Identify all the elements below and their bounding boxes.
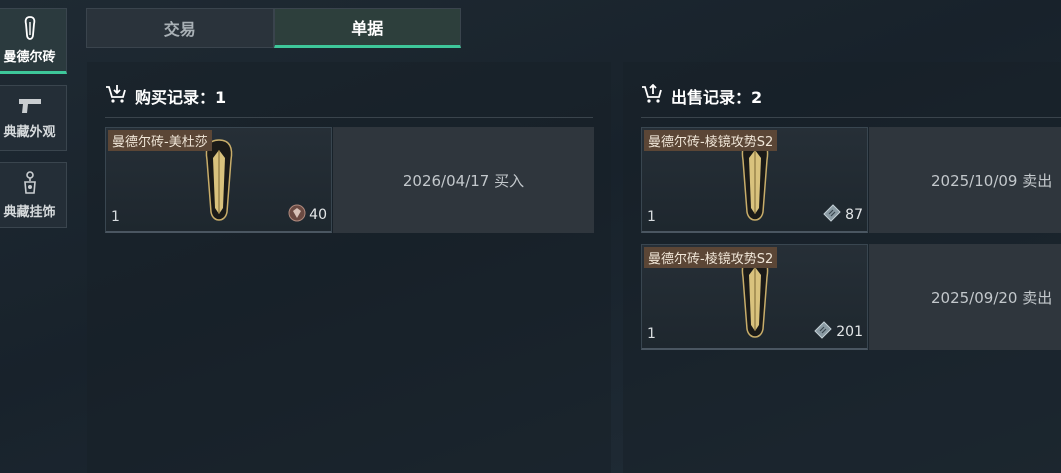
charm-icon: [22, 170, 38, 195]
ticket-icon: [813, 321, 836, 343]
item-quantity: 1: [111, 209, 120, 225]
item-card: 曼德尔砖-美杜莎 1 40: [105, 127, 332, 233]
category-collection-charm[interactable]: 典藏挂饰: [0, 162, 67, 228]
transaction-info: 2025/09/20 卖出: [869, 244, 1061, 350]
category-label: 曼德尔砖: [3, 49, 56, 65]
mandel-brick-icon: [23, 15, 37, 40]
transaction-info: 2025/10/09 卖出: [869, 127, 1061, 233]
buy-records-title: 购买记录：1: [135, 88, 227, 107]
price-value: 201: [836, 324, 863, 340]
coin-icon: [288, 204, 309, 226]
category-label: 典藏外观: [3, 124, 56, 140]
price-value: 40: [309, 207, 327, 223]
item-name: 曼德尔砖-棱镜攻势S2: [644, 130, 778, 151]
sell-records-header: 出售记录：2: [641, 83, 763, 108]
tab-orders[interactable]: 单据: [273, 8, 461, 48]
price-value: 87: [845, 207, 863, 223]
cart-in-icon: [105, 84, 135, 108]
buy-records-header: 购买记录：1: [105, 84, 226, 108]
item-price: 87: [822, 204, 863, 226]
category-mandel-brick[interactable]: 曼德尔砖: [0, 8, 67, 74]
buy-record-row[interactable]: 曼德尔砖-美杜莎 1 40 2026/04/17 买入: [105, 127, 594, 233]
item-card: 曼德尔砖-棱镜攻势S2 1 201: [641, 244, 868, 350]
sell-record-row[interactable]: 曼德尔砖-棱镜攻势S2 1 201 2025/09/20 卖出: [641, 244, 1061, 350]
divider: [105, 117, 593, 118]
cart-out-icon: [641, 83, 671, 108]
mandel-brick-item-image: [738, 138, 772, 226]
ticket-icon: [822, 204, 845, 226]
item-price: 40: [288, 204, 327, 226]
divider: [641, 117, 1061, 118]
item-price: 201: [813, 321, 863, 343]
tab-bar: 交易 单据: [86, 8, 461, 48]
pistol-icon: [17, 97, 43, 115]
sell-records-panel: 出售记录：2 曼德尔砖-棱镜攻势S2 1 87 2025/10/09 卖出 曼德…: [623, 62, 1061, 473]
item-card: 曼德尔砖-棱镜攻势S2 1 87: [641, 127, 868, 233]
mandel-brick-item-image: [202, 138, 236, 226]
item-quantity: 1: [647, 209, 656, 225]
item-name: 曼德尔砖-棱镜攻势S2: [644, 247, 778, 268]
sell-records-title: 出售记录：2: [671, 88, 763, 107]
transaction-info: 2026/04/17 买入: [333, 127, 594, 233]
category-collection-skin[interactable]: 典藏外观: [0, 85, 67, 151]
sell-record-row[interactable]: 曼德尔砖-棱镜攻势S2 1 87 2025/10/09 卖出: [641, 127, 1061, 233]
item-quantity: 1: [647, 326, 656, 342]
tab-trade[interactable]: 交易: [86, 8, 274, 48]
buy-records-panel: 购买记录：1 曼德尔砖-美杜莎 1 40 2026/04/17 买入: [87, 62, 611, 473]
item-name: 曼德尔砖-美杜莎: [108, 130, 212, 151]
category-label: 典藏挂饰: [3, 204, 56, 220]
mandel-brick-item-image: [738, 255, 772, 343]
